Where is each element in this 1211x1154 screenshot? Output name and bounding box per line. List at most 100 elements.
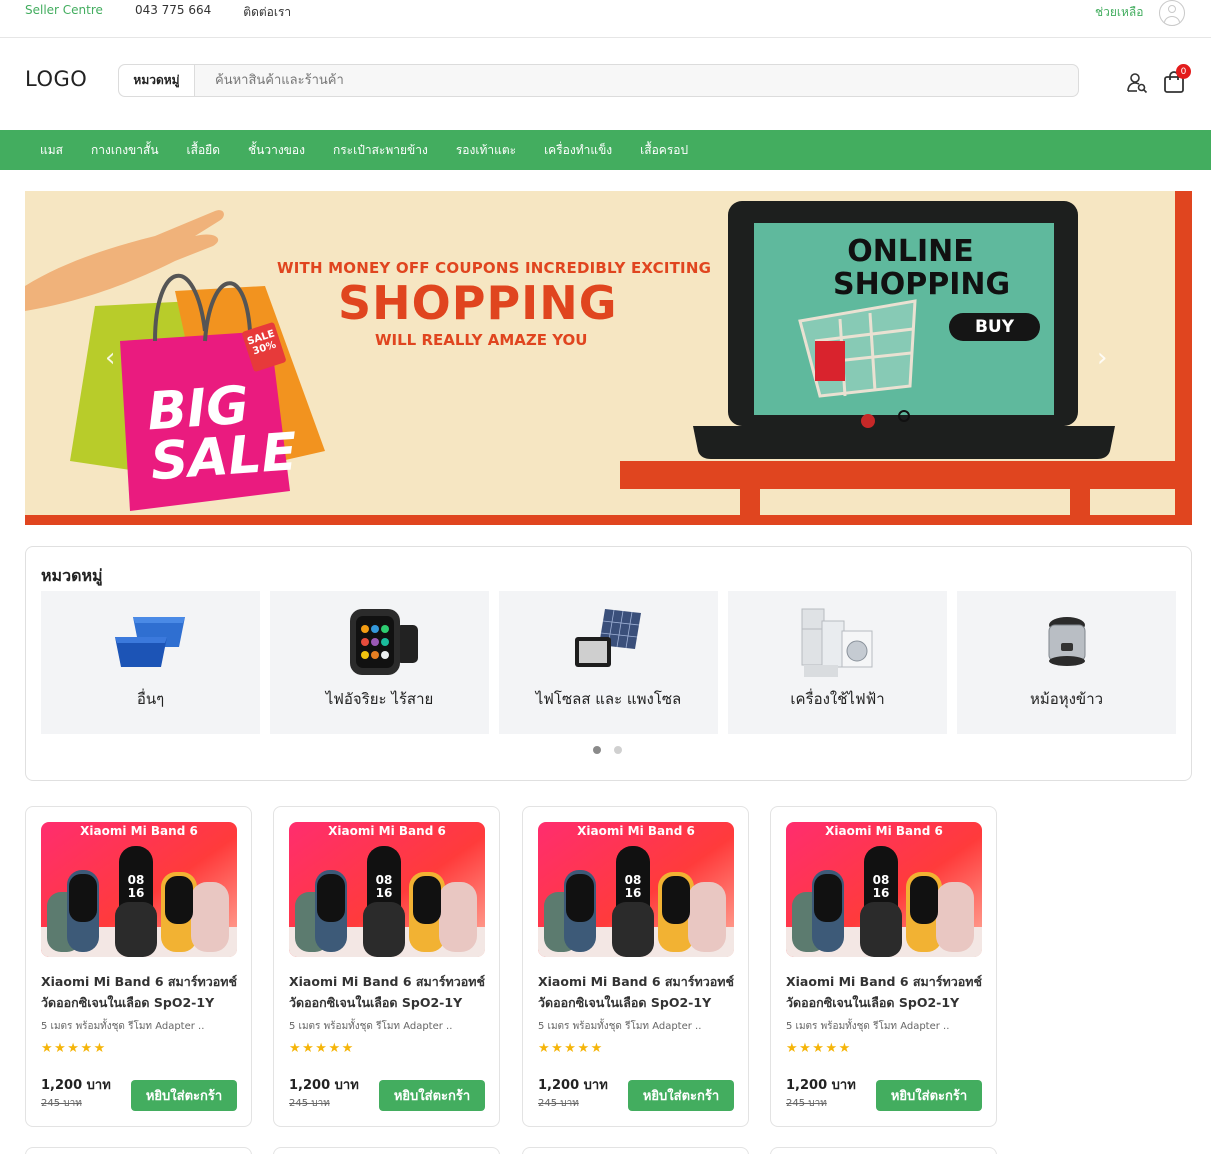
contact-link[interactable]: ติดต่อเรา bbox=[243, 3, 291, 22]
user-search-icon[interactable] bbox=[1126, 72, 1148, 94]
product-image: 08 16 bbox=[41, 822, 237, 957]
banner-buy-button: BUY bbox=[949, 313, 1040, 341]
product-price: 1,200 บาท bbox=[289, 1078, 359, 1093]
svg-text:08: 08 bbox=[625, 873, 642, 887]
appliances-icon bbox=[801, 608, 872, 677]
category-label: ไฟอัจริยะ ไร้สาย bbox=[325, 690, 434, 708]
banner-carousel-dot[interactable] bbox=[898, 410, 910, 422]
phone-number: 043 775 664 bbox=[134, 3, 212, 17]
nav-item[interactable]: กระเป๋าสะพายข้าง bbox=[333, 141, 428, 160]
pager-dot[interactable] bbox=[614, 746, 622, 754]
product-image: 08 16 bbox=[786, 822, 982, 957]
product-card-next-row bbox=[522, 1147, 749, 1154]
product-old-price: 245 บาท bbox=[786, 1098, 827, 1109]
account-avatar-icon[interactable] bbox=[1159, 0, 1185, 26]
product-image: 08 16 bbox=[289, 822, 485, 957]
avatar-body-shape bbox=[1164, 16, 1180, 25]
svg-text:16: 16 bbox=[376, 886, 393, 900]
category-label: อื่นๆ bbox=[136, 690, 165, 708]
banner-prev-arrow[interactable]: ‹ bbox=[105, 345, 119, 371]
nav-item[interactable]: เสื้อครอป bbox=[640, 141, 688, 160]
smartwatch-icon bbox=[349, 609, 418, 675]
product-name[interactable]: Xiaomi Mi Band 6 สมาร์ทวอทช์ วัดออกซิเจน… bbox=[41, 971, 241, 1013]
promo-banner[interactable]: WITH MONEY OFF COUPONS INCREDIBLY EXCITI… bbox=[25, 191, 1192, 525]
svg-text:16: 16 bbox=[873, 886, 890, 900]
product-thumbnail[interactable]: 08 16 Xiaomi Mi Band 6 bbox=[41, 822, 237, 957]
product-thumbnail[interactable]: 08 16 Xiaomi Mi Band 6 bbox=[786, 822, 982, 957]
product-price: 1,200 บาท bbox=[41, 1078, 111, 1093]
product-name[interactable]: Xiaomi Mi Band 6 สมาร์ทวอทช์ วัดออกซิเจน… bbox=[786, 971, 986, 1013]
product-card[interactable]: 08 16 Xiaomi Mi Band 6 Xiaomi Mi Band 6 … bbox=[25, 806, 252, 1127]
product-description: 5 เมตร พร้อมทั้งชุด รีโมท Adapter .. bbox=[786, 1021, 950, 1032]
product-name[interactable]: Xiaomi Mi Band 6 สมาร์ทวอทช์ วัดออกซิเจน… bbox=[538, 971, 738, 1013]
nav-item[interactable]: รองเท้าแตะ bbox=[456, 141, 516, 160]
product-card-next-row bbox=[25, 1147, 252, 1154]
nav-item[interactable]: กางเกงขาสั้น bbox=[91, 141, 159, 160]
product-rating-stars: ★★★★★ bbox=[289, 1041, 355, 1056]
header: LOGO หมวดหมู่ 0 bbox=[0, 39, 1211, 130]
product-name[interactable]: Xiaomi Mi Band 6 สมาร์ทวอทช์ วัดออกซิเจน… bbox=[289, 971, 489, 1013]
product-description: 5 เมตร พร้อมทั้งชุด รีโมท Adapter .. bbox=[289, 1021, 453, 1032]
add-to-cart-button[interactable]: หยิบใส่ตะกร้า bbox=[131, 1080, 237, 1111]
product-old-price: 245 บาท bbox=[41, 1098, 82, 1109]
product-rating-stars: ★★★★★ bbox=[538, 1041, 604, 1056]
product-old-price: 245 บาท bbox=[538, 1098, 579, 1109]
svg-text:08: 08 bbox=[376, 873, 393, 887]
banner-headline-main: SHOPPING bbox=[338, 276, 618, 330]
category-label: ไฟโซลส และ แพงโซล bbox=[535, 690, 682, 708]
banner-border-bottom bbox=[25, 515, 1192, 525]
product-card-next-row bbox=[770, 1147, 997, 1154]
svg-text:16: 16 bbox=[128, 886, 145, 900]
banner-headline-top: WITH MONEY OFF COUPONS INCREDIBLY EXCITI… bbox=[277, 259, 712, 277]
category-card[interactable]: อื่นๆ bbox=[41, 591, 260, 734]
category-nav-bar: แมส กางเกงขาสั้น เสื้อยืด ชั้นวางของ กระ… bbox=[0, 130, 1211, 170]
rice-cooker-icon bbox=[1048, 617, 1085, 666]
cart-count-badge: 0 bbox=[1176, 64, 1191, 79]
product-image: 08 16 bbox=[538, 822, 734, 957]
nav-item[interactable]: เครื่องทำแข็ง bbox=[544, 141, 612, 160]
category-card[interactable]: หม้อหุงข้าว bbox=[957, 591, 1176, 734]
online-shopping-text: ONLINE SHOPPING bbox=[833, 234, 1011, 302]
search-input[interactable] bbox=[195, 65, 1078, 96]
pager-dot-active[interactable] bbox=[593, 746, 601, 754]
category-panel: หมวดหมู่ อื่นๆ ไฟอัจริยะ ไร้สาย ไฟโซลส แ… bbox=[25, 546, 1192, 781]
help-link[interactable]: ช่วยเหลือ bbox=[1095, 3, 1144, 22]
product-card[interactable]: 08 16 Xiaomi Mi Band 6 Xiaomi Mi Band 6 … bbox=[770, 806, 997, 1127]
seller-centre-link[interactable]: Seller Centre bbox=[25, 3, 103, 22]
site-logo[interactable]: LOGO bbox=[25, 67, 87, 91]
svg-text:16: 16 bbox=[625, 886, 642, 900]
nav-item[interactable]: เสื้อยืด bbox=[187, 141, 220, 160]
svg-text:08: 08 bbox=[873, 873, 890, 887]
banner-border-right bbox=[1175, 191, 1192, 525]
category-card[interactable]: ไฟโซลส และ แพงโซล bbox=[499, 591, 718, 734]
category-card[interactable]: ไฟอัจริยะ ไร้สาย bbox=[270, 591, 489, 734]
product-thumbnail-title: Xiaomi Mi Band 6 bbox=[577, 824, 695, 838]
category-label: หม้อหุงข้าว bbox=[1029, 690, 1104, 708]
category-nav-list: แมส กางเกงขาสั้น เสื้อยืด ชั้นวางของ กระ… bbox=[40, 130, 716, 170]
svg-text:08: 08 bbox=[128, 873, 145, 887]
avatar-head-shape bbox=[1168, 5, 1176, 13]
product-price: 1,200 บาท bbox=[538, 1078, 608, 1093]
product-description: 5 เมตร พร้อมทั้งชุด รีโมท Adapter .. bbox=[538, 1021, 702, 1032]
search-bar: หมวดหมู่ bbox=[118, 64, 1079, 97]
product-description: 5 เมตร พร้อมทั้งชุด รีโมท Adapter .. bbox=[41, 1021, 205, 1032]
add-to-cart-button[interactable]: หยิบใส่ตะกร้า bbox=[379, 1080, 485, 1111]
product-thumbnail[interactable]: 08 16 Xiaomi Mi Band 6 bbox=[289, 822, 485, 957]
product-card[interactable]: 08 16 Xiaomi Mi Band 6 Xiaomi Mi Band 6 … bbox=[522, 806, 749, 1127]
big-sale-text: BIG SALE bbox=[145, 375, 299, 493]
search-category-select[interactable]: หมวดหมู่ bbox=[119, 65, 195, 96]
product-old-price: 245 บาท bbox=[289, 1098, 330, 1109]
nav-item[interactable]: แมส bbox=[40, 141, 63, 160]
product-thumbnail[interactable]: 08 16 Xiaomi Mi Band 6 bbox=[538, 822, 734, 957]
product-card[interactable]: 08 16 Xiaomi Mi Band 6 Xiaomi Mi Band 6 … bbox=[273, 806, 500, 1127]
category-pager bbox=[593, 746, 622, 754]
banner-next-arrow[interactable]: › bbox=[1097, 345, 1111, 371]
product-rating-stars: ★★★★★ bbox=[41, 1041, 107, 1056]
product-thumbnail-title: Xiaomi Mi Band 6 bbox=[80, 824, 198, 838]
nav-item[interactable]: ชั้นวางของ bbox=[248, 141, 305, 160]
category-card[interactable]: เครื่องใช้ไฟฟ้า bbox=[728, 591, 947, 734]
add-to-cart-button[interactable]: หยิบใส่ตะกร้า bbox=[628, 1080, 734, 1111]
add-to-cart-button[interactable]: หยิบใส่ตะกร้า bbox=[876, 1080, 982, 1111]
product-card-next-row bbox=[273, 1147, 500, 1154]
solar-light-icon bbox=[574, 609, 641, 667]
